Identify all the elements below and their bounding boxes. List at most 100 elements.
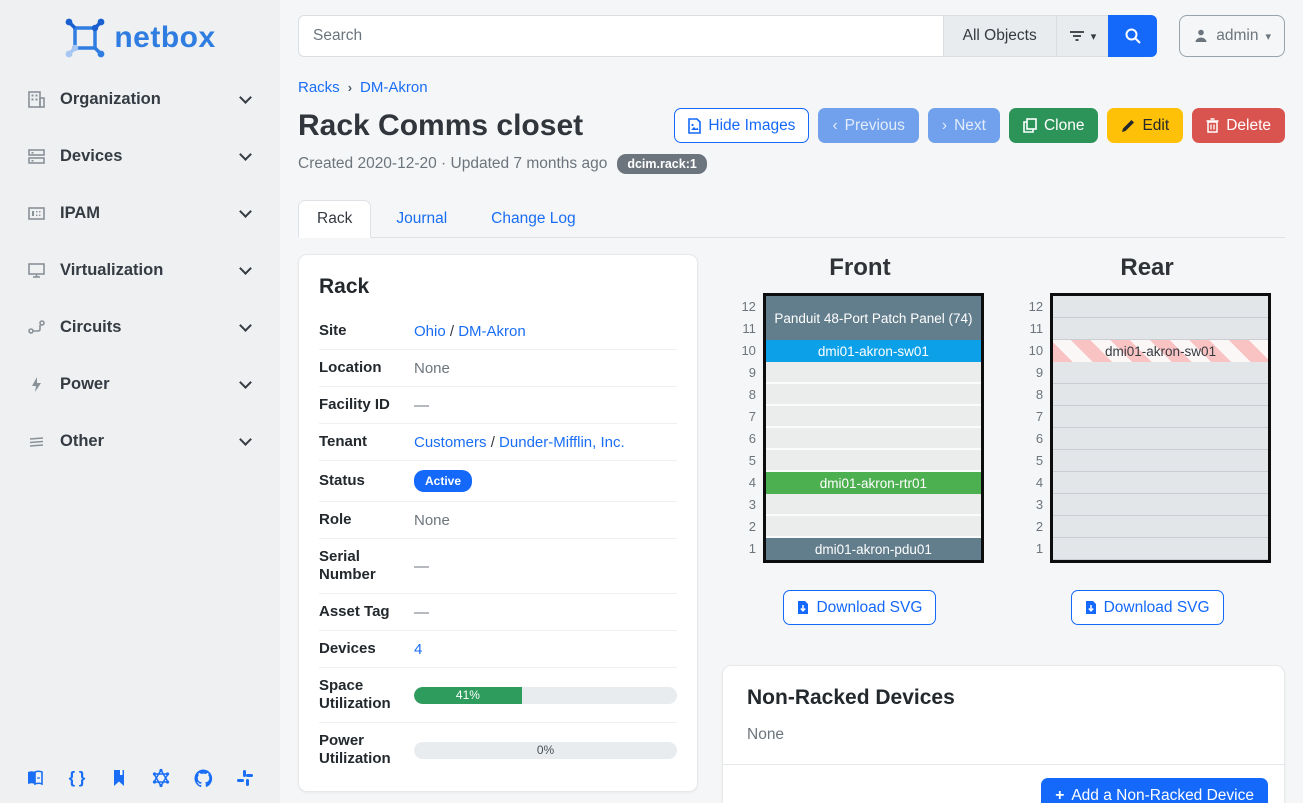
search-filter-button[interactable]: ▾ [1056,15,1109,57]
empty-rack-slot[interactable] [1053,362,1268,384]
empty-rack-slot[interactable] [1053,494,1268,516]
rear-elevation: Rear 121110987654321 dmi01-akron-sw01 Do… [1009,254,1285,625]
unit-number: 6 [1023,428,1043,450]
search-input[interactable] [298,15,943,57]
empty-rack-slot[interactable] [1053,472,1268,494]
rack-device[interactable]: dmi01-akron-pdu01 [766,538,981,560]
chevron-down-icon [239,433,252,446]
docs-book-icon[interactable] [24,767,46,789]
rack-device[interactable]: dmi01-akron-rtr01 [766,472,981,494]
empty-rack-slot[interactable] [1053,406,1268,428]
edit-button[interactable]: Edit [1107,108,1183,143]
netbox-logo[interactable]: netbox [0,12,280,64]
empty-rack-slot[interactable] [1053,296,1268,318]
empty-rack-slot[interactable] [766,384,981,406]
tab-rack[interactable]: Rack [298,200,371,238]
rack-panel-title: Rack [319,275,677,299]
search-scope-button[interactable]: All Objects [943,15,1056,57]
empty-rack-slot[interactable] [1053,516,1268,538]
chevron-left-icon: ‹ [832,117,837,135]
site-link[interactable]: DM-Akron [458,323,526,340]
delete-button[interactable]: Delete [1192,108,1285,143]
slack-icon[interactable] [234,767,256,789]
sidebar-item-devices[interactable]: Devices [26,141,254,171]
breadcrumb: Racks › DM-Akron [298,79,1285,96]
empty-rack-slot[interactable] [1053,538,1268,560]
sidebar-item-power[interactable]: Power [26,369,254,399]
rack-device[interactable]: dmi01-akron-sw01 [1053,340,1268,362]
sidebar-item-organization[interactable]: Organization [26,84,254,114]
monitor-icon [26,260,46,280]
rear-rack: dmi01-akron-sw01 [1050,293,1271,563]
front-download-svg-button[interactable]: Download SVG [783,590,936,625]
attr-row-space-utilization: Space Utilization 41% [319,668,677,723]
empty-rack-slot[interactable] [1053,318,1268,340]
unit-number: 8 [1023,384,1043,406]
topbar: All Objects ▾ admin ▾ [298,15,1285,57]
attr-row-devices: Devices 4 [319,631,677,668]
attr-label: Location [319,359,414,377]
rack-device[interactable]: dmi01-akron-sw01 [766,340,981,362]
non-racked-devices-panel: Non-Racked Devices None + Add a Non-Rack… [722,665,1285,803]
user-icon [1193,28,1209,44]
devices-count-link[interactable]: 4 [414,641,422,658]
download-svg-label: Download SVG [1104,599,1210,617]
attr-row-asset-tag: Asset Tag — [319,594,677,631]
empty-rack-slot[interactable] [766,362,981,384]
sidebar-footer: { } [0,767,280,789]
chevron-down-icon [239,205,252,218]
add-non-racked-device-button[interactable]: + Add a Non-Racked Device [1041,778,1268,803]
unit-number: 11 [736,318,756,340]
empty-rack-slot[interactable] [1053,384,1268,406]
attr-label: Site [319,322,414,340]
code-braces-icon[interactable]: { } [66,767,88,789]
github-icon[interactable] [192,767,214,789]
power-utilization-bar: 0% [414,742,677,759]
sidebar-item-circuits[interactable]: Circuits [26,312,254,342]
tab-bar: Rack Journal Change Log [298,200,1285,238]
clone-button[interactable]: Clone [1009,108,1099,143]
unit-number: 5 [1023,450,1043,472]
empty-rack-slot[interactable] [766,450,981,472]
attr-label: Power Utilization [319,732,414,768]
rear-download-svg-button[interactable]: Download SVG [1071,590,1224,625]
user-menu-button[interactable]: admin ▾ [1179,15,1285,57]
sidebar-item-ipam[interactable]: IPAM [26,198,254,228]
sidebar: netbox Organization Devices IPAM [0,0,280,803]
chevron-down-icon [239,376,252,389]
bookmark-icon[interactable] [108,767,130,789]
clone-label: Clone [1044,117,1085,135]
previous-button[interactable]: ‹ Previous [818,108,918,143]
add-non-racked-device-label: Add a Non-Racked Device [1071,787,1254,803]
role-value: None [414,512,677,529]
sidebar-item-virtualization[interactable]: Virtualization [26,255,254,285]
breadcrumb-site-link[interactable]: DM-Akron [360,79,428,96]
search-submit-button[interactable] [1108,15,1157,57]
graphql-icon[interactable] [150,767,172,789]
site-group-link[interactable]: Ohio [414,323,446,340]
sidebar-item-other[interactable]: Other [26,426,254,456]
tenant-group-link[interactable]: Customers [414,434,487,451]
sidebar-item-label: Power [60,375,241,394]
tab-journal[interactable]: Journal [377,200,466,238]
empty-rack-slot[interactable] [766,406,981,428]
image-file-icon [688,118,701,134]
attr-label: Tenant [319,433,414,451]
empty-rack-slot[interactable] [1053,450,1268,472]
rack-device[interactable]: Panduit 48-Port Patch Panel (74) [766,296,981,340]
rack-details-column: Rack Site Ohio / DM-Akron Location None … [298,254,698,803]
asset-tag-value: — [414,604,677,621]
unit-number: 7 [1023,406,1043,428]
chevron-down-icon [239,148,252,161]
hide-images-button[interactable]: Hide Images [674,108,809,143]
breadcrumb-racks-link[interactable]: Racks [298,79,340,96]
tenant-link[interactable]: Dunder-Mifflin, Inc. [499,434,625,451]
empty-rack-slot[interactable] [766,516,981,538]
empty-rack-slot[interactable] [766,494,981,516]
circuit-icon [26,317,46,337]
next-button[interactable]: › Next [928,108,1000,143]
tab-change-log[interactable]: Change Log [472,200,594,238]
unit-number: 6 [736,428,756,450]
empty-rack-slot[interactable] [766,428,981,450]
empty-rack-slot[interactable] [1053,428,1268,450]
